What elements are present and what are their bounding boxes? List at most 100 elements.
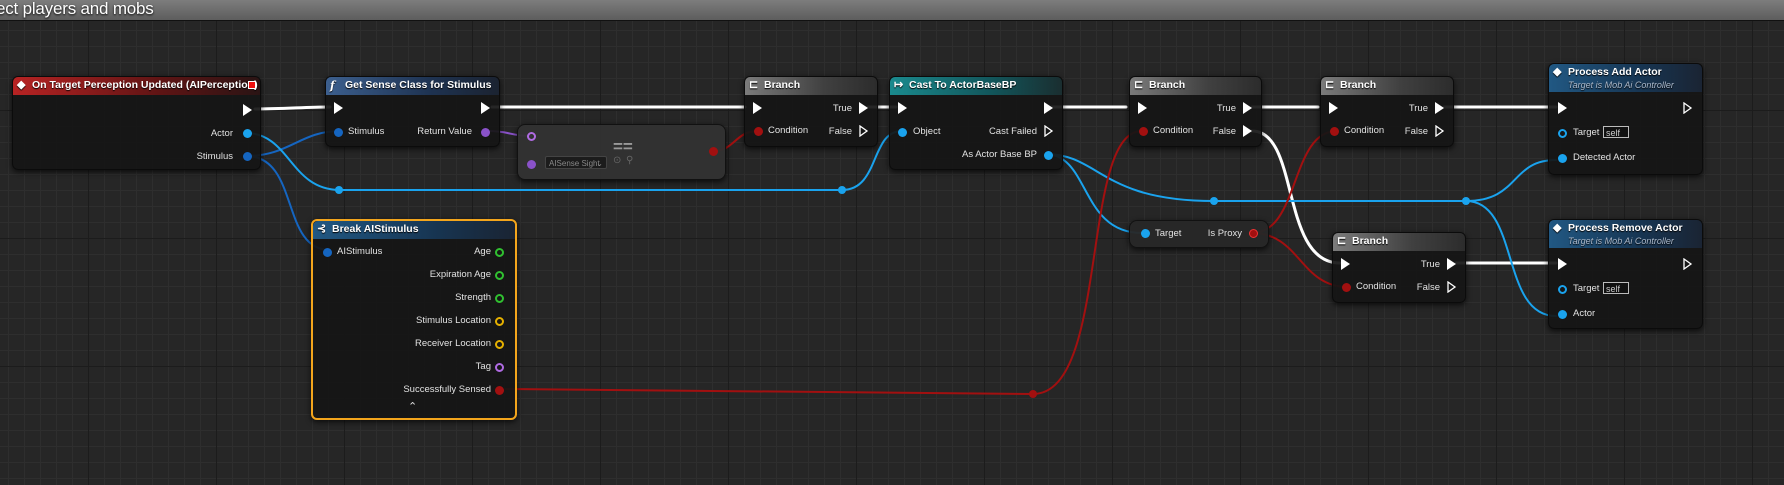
exec-output-pin[interactable] — [243, 104, 252, 116]
ai-stimulus-input-pin[interactable] — [323, 248, 332, 257]
actor-output-pin[interactable] — [243, 129, 252, 138]
pin-label: True — [1420, 259, 1440, 270]
pin-label: Expiration Age — [429, 269, 491, 280]
function-icon: ◆ — [1553, 222, 1562, 234]
node-header[interactable]: ⊏ Branch — [1130, 77, 1261, 95]
exec-output-pin[interactable] — [481, 102, 490, 114]
node-header[interactable]: ◆ On Target Perception Updated (AIPercep… — [13, 77, 260, 95]
stimulus-output-pin[interactable] — [243, 152, 252, 161]
true-exec-output-pin[interactable] — [859, 102, 868, 114]
condition-input-pin[interactable] — [1330, 127, 1339, 136]
exec-output-pin[interactable] — [1683, 258, 1693, 270]
cast-failed-exec-output-pin[interactable] — [1044, 125, 1054, 137]
branch-node[interactable]: ⊏ Branch True Condition False — [1320, 76, 1454, 147]
exec-output-pin[interactable] — [1683, 102, 1693, 114]
stimulus-location-output-pin[interactable] — [495, 317, 504, 326]
true-exec-output-pin[interactable] — [1447, 258, 1456, 270]
function-node-process-remove-actor[interactable]: ◆ Process Remove Actor Target is Mob Ai … — [1548, 219, 1703, 329]
branch-icon: ⊏ — [749, 79, 759, 91]
return-value-output-pin[interactable] — [481, 128, 490, 137]
target-input-pin[interactable] — [1558, 285, 1567, 294]
true-exec-output-pin[interactable] — [1435, 102, 1444, 114]
node-subtitle: Target is Mob Ai Controller — [1568, 80, 1674, 90]
exec-input-pin[interactable] — [1558, 258, 1567, 270]
pin-label: Actor — [210, 128, 233, 139]
age-output-pin[interactable] — [495, 248, 504, 257]
class-input-pin-b[interactable] — [527, 160, 536, 169]
condition-input-pin[interactable] — [1342, 283, 1351, 292]
target-input-pin[interactable] — [1558, 129, 1567, 138]
receiver-location-output-pin[interactable] — [495, 340, 504, 349]
branch-node[interactable]: ⊏ Branch True Condition False — [1332, 232, 1466, 303]
break-ai-stimulus-node[interactable]: ⊰ Break AIStimulus AIStimulus Age Expira… — [311, 219, 517, 420]
reroute-node — [1029, 390, 1037, 398]
is-proxy-node[interactable]: Target Is Proxy — [1129, 220, 1269, 248]
node-header[interactable]: ↦ Cast To ActorBaseBP — [890, 77, 1062, 95]
target-self-field[interactable]: self — [1603, 282, 1629, 294]
cast-node-actor-base-bp[interactable]: ↦ Cast To ActorBaseBP Object Cast Failed… — [889, 76, 1063, 170]
exec-input-pin[interactable] — [1341, 258, 1350, 270]
false-exec-output-pin[interactable] — [1435, 125, 1445, 137]
wire-layer — [245, 105, 1558, 398]
exec-input-pin[interactable] — [898, 102, 907, 114]
exec-input-pin[interactable] — [334, 102, 343, 114]
pin-label: False — [828, 126, 852, 137]
exec-output-pin[interactable] — [1044, 102, 1053, 114]
exec-input-pin[interactable] — [753, 102, 762, 114]
function-node-process-add-actor[interactable]: ◆ Process Add Actor Target is Mob Ai Con… — [1548, 63, 1703, 175]
node-header[interactable]: ⊏ Branch — [1321, 77, 1453, 95]
reroute-node — [838, 186, 846, 194]
condition-input-pin[interactable] — [1139, 127, 1148, 136]
event-node-target-perception[interactable]: ◆ On Target Perception Updated (AIPercep… — [12, 76, 261, 170]
successfully-sensed-output-pin[interactable] — [495, 386, 504, 395]
node-title: Branch — [1149, 79, 1186, 91]
node-header[interactable]: f Get Sense Class for Stimulus — [326, 77, 499, 95]
object-input-pin[interactable] — [898, 128, 907, 137]
pin-label: False — [1416, 282, 1440, 293]
condition-input-pin[interactable] — [754, 127, 763, 136]
collapse-chevron-icon[interactable]: ⌃ — [408, 400, 417, 413]
exec-input-pin[interactable] — [1138, 102, 1147, 114]
node-header[interactable]: ⊏ Branch — [745, 77, 877, 95]
bool-output-pin[interactable] — [709, 147, 718, 156]
node-title: Branch — [1340, 79, 1377, 91]
node-header[interactable]: ⊏ Branch — [1333, 233, 1465, 251]
pin-label: Condition — [768, 125, 809, 136]
false-exec-output-pin[interactable] — [859, 125, 869, 137]
is-proxy-output-pin[interactable] — [1249, 229, 1258, 238]
expiration-age-output-pin[interactable] — [495, 271, 504, 280]
branch-icon: ⊏ — [1134, 79, 1144, 91]
pin-label: Cast Failed — [988, 126, 1037, 137]
node-header[interactable]: ⊰ Break AIStimulus — [313, 221, 515, 239]
pin-label: Receiver Location — [414, 338, 491, 349]
object-wire — [1465, 200, 1557, 317]
pin-label: As Actor Base BP — [962, 149, 1037, 160]
pin-label: Target — [1155, 228, 1182, 239]
pin-label: Strength — [455, 292, 491, 303]
true-exec-output-pin[interactable] — [1243, 102, 1252, 114]
detected-actor-input-pin[interactable] — [1558, 154, 1567, 163]
false-exec-output-pin[interactable] — [1447, 281, 1457, 293]
equal-compare-node[interactable]: AISense Sight ⌄ ⊙ ⚲ == — [517, 124, 726, 180]
sense-class-dropdown[interactable]: AISense Sight ⌄ — [545, 156, 607, 169]
branch-node[interactable]: ⊏ Branch True Condition False — [1129, 76, 1262, 147]
delegate-pin-icon[interactable] — [248, 81, 256, 89]
reroute-node — [1462, 197, 1470, 205]
pin-label: Tag — [475, 361, 491, 372]
tag-output-pin[interactable] — [495, 363, 504, 372]
target-self-field[interactable]: self — [1603, 126, 1629, 138]
target-input-pin[interactable] — [1141, 229, 1150, 238]
node-header[interactable]: ◆ Process Add Actor Target is Mob Ai Con… — [1549, 64, 1702, 92]
branch-icon: ⊏ — [1325, 79, 1335, 91]
node-header[interactable]: ◆ Process Remove Actor Target is Mob Ai … — [1549, 220, 1702, 248]
strength-output-pin[interactable] — [495, 294, 504, 303]
stimulus-input-pin[interactable] — [334, 128, 343, 137]
function-node-get-sense-class[interactable]: f Get Sense Class for Stimulus Stimulus … — [325, 76, 500, 147]
actor-input-pin[interactable] — [1558, 310, 1567, 319]
exec-input-pin[interactable] — [1558, 102, 1567, 114]
as-actor-output-pin[interactable] — [1044, 151, 1053, 160]
branch-node[interactable]: ⊏ Branch True Condition False — [744, 76, 878, 147]
exec-input-pin[interactable] — [1329, 102, 1338, 114]
false-exec-output-pin[interactable] — [1243, 125, 1252, 137]
class-input-pin-a[interactable] — [527, 132, 536, 141]
